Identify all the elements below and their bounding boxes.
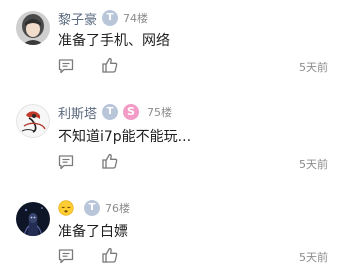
comment-bubble-icon	[58, 155, 74, 170]
comment-meta: T 76楼	[58, 199, 130, 217]
comment-bubble-icon	[58, 59, 74, 74]
user-level-badge: T	[102, 10, 119, 26]
reply-button[interactable]	[57, 247, 75, 265]
reply-button[interactable]	[57, 153, 75, 171]
floor-number: 76楼	[105, 202, 130, 215]
user-avatar[interactable]	[16, 11, 50, 45]
floor-number: 74楼	[123, 12, 149, 25]
user-level-badge: T	[84, 200, 100, 216]
comment-item: T 76楼 准备了白嫖 5天前	[0, 190, 341, 277]
comment-meta: 黎子豪 T 74楼	[58, 9, 149, 28]
comment-text: 准备了白嫖	[58, 224, 128, 240]
thumbs-up-icon	[102, 247, 118, 263]
comment-text: 不知道i7p能不能玩...	[58, 129, 192, 145]
user-level-badge: T	[102, 104, 119, 120]
username[interactable]: 黎子豪	[58, 9, 97, 28]
sleepy-face-emoji-icon	[58, 200, 74, 216]
comment-bubble-icon	[58, 249, 74, 264]
like-button[interactable]	[101, 56, 119, 74]
reply-button[interactable]	[57, 57, 75, 75]
comment-list: 黎子豪 T 74楼 准备了手机、网络 5天前 利斯塔 T S 75楼 不知道i7…	[0, 0, 341, 277]
comment-time: 5天前	[299, 61, 328, 74]
comment-meta: 利斯塔 T S 75楼	[58, 103, 173, 122]
floor-number: 75楼	[147, 106, 173, 119]
thumbs-up-icon	[102, 153, 118, 169]
like-button[interactable]	[101, 152, 119, 170]
comment-text: 准备了手机、网络	[58, 33, 170, 49]
comment-item: 黎子豪 T 74楼 准备了手机、网络 5天前	[0, 0, 341, 92]
comment-item: 利斯塔 T S 75楼 不知道i7p能不能玩... 5天前	[0, 92, 341, 190]
user-avatar[interactable]	[16, 202, 50, 236]
like-button[interactable]	[101, 246, 119, 264]
thumbs-up-icon	[102, 57, 118, 73]
user-special-badge: S	[123, 104, 140, 120]
user-avatar[interactable]	[16, 104, 50, 138]
comment-time: 5天前	[299, 251, 328, 264]
username[interactable]: 利斯塔	[58, 103, 97, 122]
comment-time: 5天前	[299, 158, 328, 171]
